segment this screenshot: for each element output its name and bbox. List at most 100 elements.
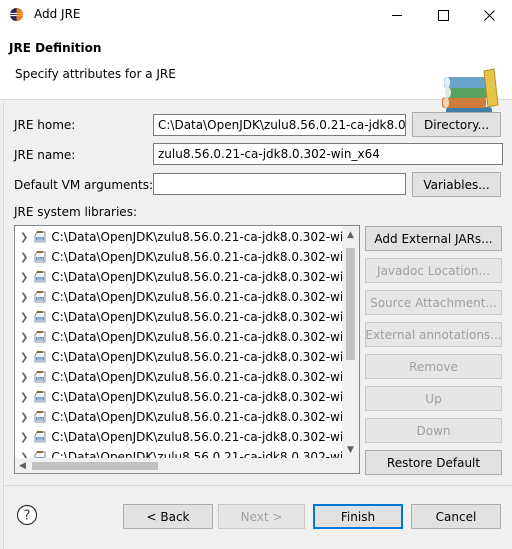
expand-chevron-icon[interactable]: ❯ <box>20 372 28 383</box>
scroll-up-arrow-icon[interactable]: ▲ <box>342 226 359 243</box>
expand-chevron-icon[interactable]: ❯ <box>20 432 28 443</box>
minimize-icon <box>391 14 402 16</box>
external-annotations-button[interactable]: External annotations... <box>365 322 502 347</box>
library-path: C:\Data\OpenJDK\zulu8.56.0.21-ca-jdk8.0.… <box>51 410 351 424</box>
library-row[interactable]: ❯ 010 C:\Data\OpenJDK\zulu8.56.0.21-ca-jdk… <box>15 227 351 247</box>
library-row[interactable]: ❯ 010 C:\Data\OpenJDK\zulu8.56.0.21-ca-jdk… <box>15 247 351 267</box>
expand-chevron-icon[interactable]: ❯ <box>20 312 28 323</box>
library-row[interactable]: ❯ 010 C:\Data\OpenJDK\zulu8.56.0.21-ca-jdk… <box>15 307 351 327</box>
svg-text:010: 010 <box>37 397 43 401</box>
svg-text:010: 010 <box>37 257 43 261</box>
jar-icon: 010 <box>33 290 47 304</box>
scroll-left-arrow-icon[interactable]: ◀ <box>15 458 30 473</box>
back-button[interactable]: < Back <box>123 504 213 529</box>
minimize-button[interactable] <box>374 0 420 30</box>
library-path: C:\Data\OpenJDK\zulu8.56.0.21-ca-jdk8.0.… <box>51 290 351 304</box>
help-button[interactable]: ? <box>16 504 38 526</box>
cancel-button[interactable]: Cancel <box>411 504 501 529</box>
libraries-tree[interactable]: ❯ 010 C:\Data\OpenJDK\zulu8.56.0.21-ca-jdk… <box>14 225 360 474</box>
library-path: C:\Data\OpenJDK\zulu8.56.0.21-ca-jdk8.0.… <box>51 270 351 284</box>
svg-text:010: 010 <box>37 337 43 341</box>
expand-chevron-icon[interactable]: ❯ <box>20 352 28 363</box>
variables-button[interactable]: Variables... <box>412 172 501 197</box>
jar-icon: 010 <box>33 350 47 364</box>
jre-home-label: JRE home: <box>14 118 76 132</box>
help-icon: ? <box>16 504 38 526</box>
library-row[interactable]: ❯ 010 C:\Data\OpenJDK\zulu8.56.0.21-ca-jdk… <box>15 287 351 307</box>
jar-icon: 010 <box>33 430 47 444</box>
scroll-corner <box>342 458 359 473</box>
library-path: C:\Data\OpenJDK\zulu8.56.0.21-ca-jdk8.0.… <box>51 230 351 244</box>
library-path: C:\Data\OpenJDK\zulu8.56.0.21-ca-jdk8.0.… <box>51 350 351 364</box>
page-title: JRE Definition <box>9 41 102 55</box>
source-attachment-button[interactable]: Source Attachment... <box>365 290 502 315</box>
maximize-button[interactable] <box>420 0 466 30</box>
vm-arguments-field[interactable] <box>153 173 406 195</box>
svg-text:010: 010 <box>37 237 43 241</box>
library-row[interactable]: ❯ 010 C:\Data\OpenJDK\zulu8.56.0.21-ca-jdk… <box>15 347 351 367</box>
library-path: C:\Data\OpenJDK\zulu8.56.0.21-ca-jdk8.0.… <box>51 370 351 384</box>
scroll-down-arrow-icon[interactable]: ▼ <box>342 441 359 458</box>
finish-button[interactable]: Finish <box>313 504 403 529</box>
jre-home-field[interactable]: C:\Data\OpenJDK\zulu8.56.0.21-ca-jdk8.0.… <box>153 114 406 136</box>
library-path: C:\Data\OpenJDK\zulu8.56.0.21-ca-jdk8.0.… <box>51 310 351 324</box>
library-row[interactable]: ❯ 010 C:\Data\OpenJDK\zulu8.56.0.21-ca-jdk… <box>15 387 351 407</box>
library-path: C:\Data\OpenJDK\zulu8.56.0.21-ca-jdk8.0.… <box>51 430 351 444</box>
jar-icon: 010 <box>33 230 47 244</box>
svg-text:010: 010 <box>37 277 43 281</box>
maximize-icon <box>437 9 449 21</box>
expand-chevron-icon[interactable]: ❯ <box>20 272 28 283</box>
jre-name-field[interactable]: zulu8.56.0.21-ca-jdk8.0.302-win_x64 <box>153 143 503 165</box>
svg-text:010: 010 <box>37 417 43 421</box>
window-title: Add JRE <box>34 7 81 21</box>
svg-text:?: ? <box>24 509 31 524</box>
directory-button[interactable]: Directory... <box>412 112 501 137</box>
expand-chevron-icon[interactable]: ❯ <box>20 392 28 403</box>
jre-name-label: JRE name: <box>14 148 76 162</box>
svg-text:010: 010 <box>37 317 43 321</box>
close-icon <box>483 9 495 21</box>
javadoc-location-button[interactable]: Javadoc Location... <box>365 258 502 283</box>
next-button[interactable]: Next > <box>218 504 305 529</box>
svg-text:010: 010 <box>37 297 43 301</box>
wizard-header: JRE Definition Specify attributes for a … <box>0 30 512 118</box>
jar-icon: 010 <box>33 250 47 264</box>
jar-icon: 010 <box>33 270 47 284</box>
remove-button[interactable]: Remove <box>365 354 502 379</box>
up-button[interactable]: Up <box>365 386 502 411</box>
divider <box>3 101 4 549</box>
jar-icon: 010 <box>33 410 47 424</box>
libraries-label: JRE system libraries: <box>14 205 137 219</box>
jar-icon: 010 <box>33 370 47 384</box>
expand-chevron-icon[interactable]: ❯ <box>20 412 28 423</box>
down-button[interactable]: Down <box>365 418 502 443</box>
eclipse-icon <box>9 7 24 22</box>
expand-chevron-icon[interactable]: ❯ <box>20 292 28 303</box>
jar-icon: 010 <box>33 310 47 324</box>
vertical-scroll-thumb[interactable] <box>346 248 355 360</box>
close-button[interactable] <box>466 0 512 30</box>
expand-chevron-icon[interactable]: ❯ <box>20 252 28 263</box>
library-row[interactable]: ❯ 010 C:\Data\OpenJDK\zulu8.56.0.21-ca-jdk… <box>15 427 351 447</box>
library-row[interactable]: ❯ 010 C:\Data\OpenJDK\zulu8.56.0.21-ca-jdk… <box>15 367 351 387</box>
expand-chevron-icon[interactable]: ❯ <box>20 332 28 343</box>
library-path: C:\Data\OpenJDK\zulu8.56.0.21-ca-jdk8.0.… <box>51 390 351 404</box>
add-external-jars-button[interactable]: Add External JARs... <box>365 226 502 251</box>
expand-chevron-icon[interactable]: ❯ <box>20 232 28 243</box>
library-row[interactable]: ❯ 010 C:\Data\OpenJDK\zulu8.56.0.21-ca-jdk… <box>15 407 351 427</box>
page-description: Specify attributes for a JRE <box>15 67 176 81</box>
svg-text:010: 010 <box>37 357 43 361</box>
svg-text:010: 010 <box>37 437 43 441</box>
library-path: C:\Data\OpenJDK\zulu8.56.0.21-ca-jdk8.0.… <box>51 250 351 264</box>
restore-default-button[interactable]: Restore Default <box>365 450 502 475</box>
library-row[interactable]: ❯ 010 C:\Data\OpenJDK\zulu8.56.0.21-ca-jdk… <box>15 327 351 347</box>
jar-icon: 010 <box>33 330 47 344</box>
library-path: C:\Data\OpenJDK\zulu8.56.0.21-ca-jdk8.0.… <box>51 330 351 344</box>
jar-icon: 010 <box>33 390 47 404</box>
library-row[interactable]: ❯ 010 C:\Data\OpenJDK\zulu8.56.0.21-ca-jdk… <box>15 267 351 287</box>
footer-divider <box>3 485 512 486</box>
horizontal-scroll-thumb[interactable] <box>32 462 158 470</box>
title-bar: Add JRE <box>0 0 512 30</box>
svg-text:010: 010 <box>37 377 43 381</box>
vm-arguments-label: Default VM arguments: <box>14 178 154 192</box>
